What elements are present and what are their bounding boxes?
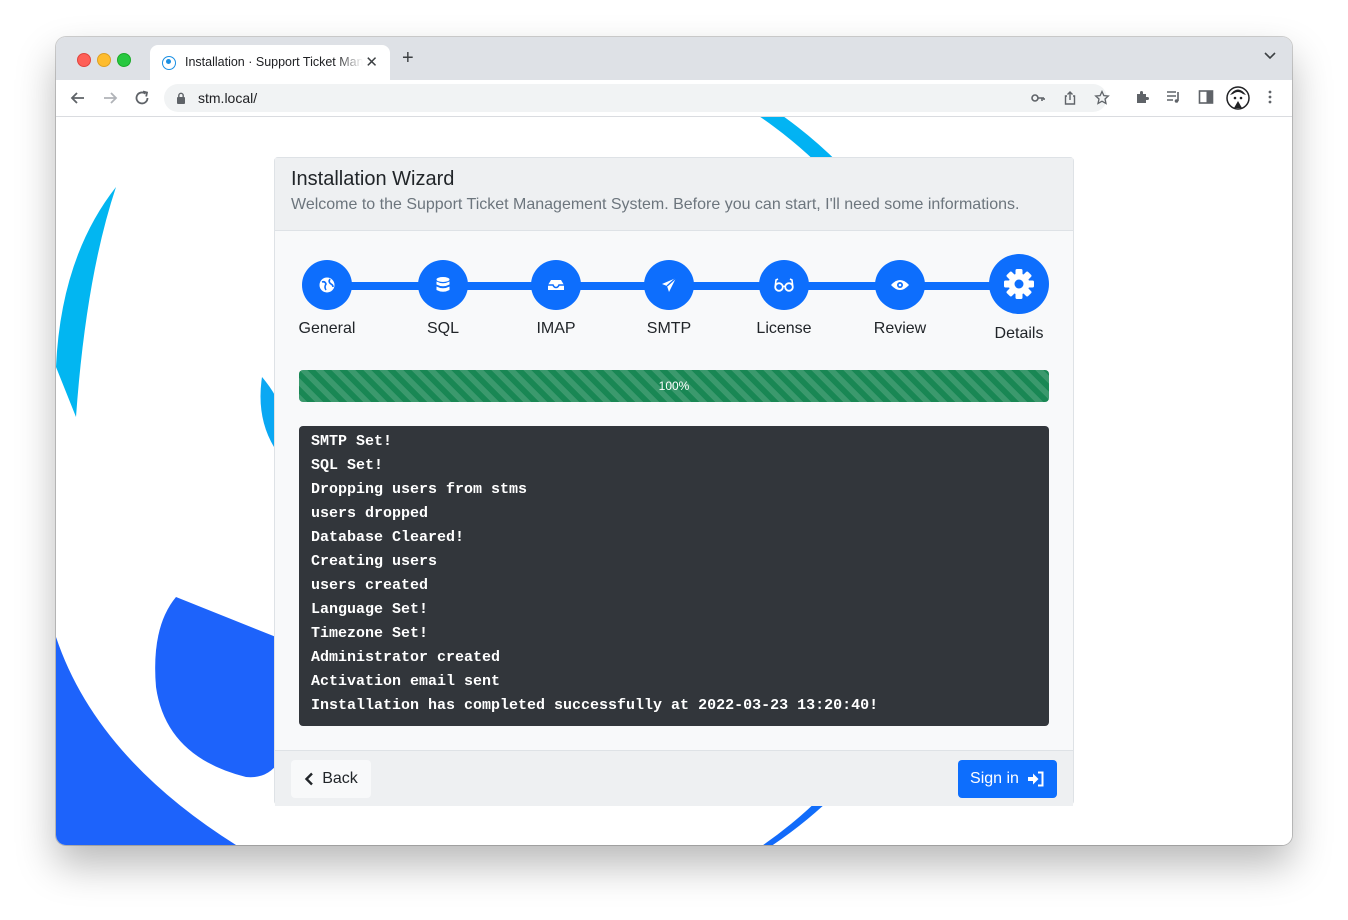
step-label-details: Details <box>994 325 1044 342</box>
log-line: users created <box>311 577 429 594</box>
log-line: Installation has completed successfully … <box>311 697 879 714</box>
more-menu-icon[interactable] <box>1262 89 1278 105</box>
chevron-left-icon <box>305 772 314 786</box>
step-label-imap: IMAP <box>536 320 576 337</box>
media-queue-icon[interactable] <box>1166 89 1182 105</box>
sign-in-button[interactable]: Sign in <box>958 760 1057 798</box>
eye-icon <box>875 260 925 310</box>
card-header: Installation Wizard Welcome to the Suppo… <box>275 158 1073 231</box>
page-content: Installation Wizard Welcome to the Suppo… <box>56 117 1292 845</box>
lock-icon[interactable] <box>176 92 186 104</box>
reload-icon[interactable] <box>132 88 152 108</box>
back-button[interactable]: Back <box>291 760 371 798</box>
log-line: users dropped <box>311 505 429 522</box>
wizard-title: Installation Wizard <box>291 168 455 190</box>
new-tab-button[interactable]: + <box>402 48 414 68</box>
log-line: Administrator created <box>311 649 501 666</box>
sign-in-button-label: Sign in <box>970 770 1019 787</box>
glasses-icon <box>759 260 809 310</box>
progress-label: 100% <box>658 379 690 393</box>
log-line: Database Cleared! <box>311 529 465 546</box>
log-line: Timezone Set! <box>311 625 429 642</box>
step-label-sql: SQL <box>426 320 459 337</box>
tab-close-icon[interactable]: ✕ <box>365 53 378 71</box>
extensions-puzzle-icon[interactable] <box>1134 89 1150 105</box>
tab-strip: Installation · Support Ticket Management… <box>56 37 1292 80</box>
log-line: Creating users <box>311 553 438 570</box>
sign-in-arrow-icon <box>1027 771 1044 787</box>
browser-window: Installation · Support Ticket Management… <box>56 37 1292 845</box>
log-line: Language Set! <box>311 601 429 618</box>
log-line: Activation email sent <box>311 673 501 690</box>
card-footer: Back Sign in <box>275 750 1073 806</box>
profile-avatar-icon[interactable] <box>1226 86 1250 110</box>
browser-toolbar: stm.local/ <box>56 80 1292 117</box>
side-panel-icon[interactable] <box>1198 89 1214 105</box>
progress-bar: 100% <box>299 370 1049 402</box>
minimize-window-button[interactable] <box>97 53 111 67</box>
installation-log: SMTP Set! SQL Set! Dropping users from stm… <box>299 426 1049 726</box>
log-line: SMTP Set! <box>311 433 393 450</box>
step-label-general: General <box>298 320 356 337</box>
address-bar[interactable]: stm.local/ <box>164 84 1110 112</box>
log-line: Dropping users from stms <box>311 481 528 498</box>
database-icon <box>418 260 468 310</box>
key-icon[interactable] <box>1030 90 1046 106</box>
browser-tab[interactable]: Installation · Support Ticket Management… <box>150 45 390 80</box>
favicon-icon <box>162 56 176 70</box>
step-label-license: License <box>756 320 812 337</box>
tab-title: Installation · Support Ticket Management… <box>185 55 363 69</box>
globe-icon <box>302 260 352 310</box>
inbox-icon <box>531 260 581 310</box>
url-text[interactable]: stm.local/ <box>198 90 257 106</box>
bookmark-star-icon[interactable] <box>1094 90 1110 106</box>
gear-icon <box>989 254 1049 314</box>
back-button-label: Back <box>322 770 358 787</box>
send-icon <box>644 260 694 310</box>
step-label-smtp: SMTP <box>646 320 692 337</box>
maximize-window-button[interactable] <box>117 53 131 67</box>
log-line: SQL Set! <box>311 457 384 474</box>
installation-wizard-card: Installation Wizard Welcome to the Suppo… <box>274 157 1074 806</box>
back-arrow-icon[interactable] <box>68 88 88 108</box>
progress-fill: 100% <box>299 370 1049 402</box>
wizard-subtitle: Welcome to the Support Ticket Management… <box>291 196 1020 213</box>
tab-search-chevron-icon[interactable] <box>1264 52 1276 60</box>
step-label-review: Review <box>873 320 927 337</box>
forward-arrow-icon[interactable] <box>100 88 120 108</box>
share-icon[interactable] <box>1062 90 1078 106</box>
close-window-button[interactable] <box>77 53 91 67</box>
